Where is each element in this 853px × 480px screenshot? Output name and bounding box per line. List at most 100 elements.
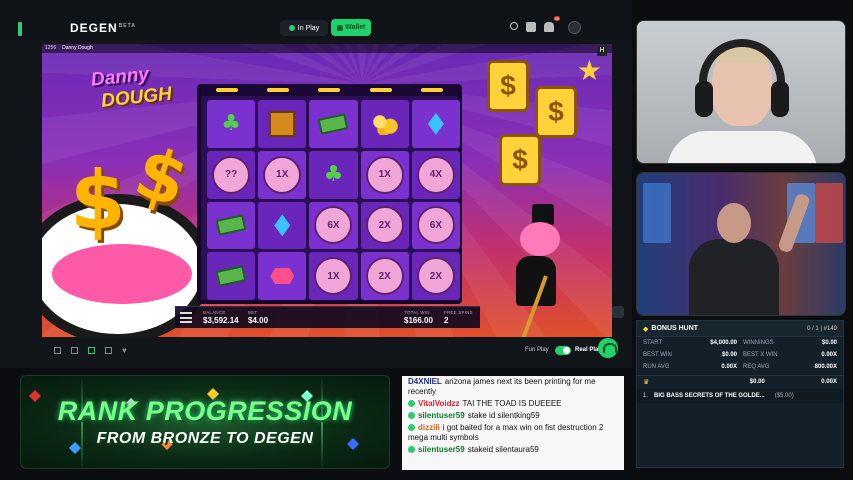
game-hud: BALANCE $3,592.14 BET $4.00 TOTAL WIN $1… [175,306,480,328]
chat-bubble-icon[interactable] [612,306,624,318]
notification-bell-icon[interactable] [544,16,560,32]
reel-cell [411,100,460,148]
game-menu-icon[interactable] [180,312,192,323]
reel-cell: 1X [258,150,307,199]
reel-cell [207,252,256,300]
reel-cell [309,100,358,148]
slot-game-canvas[interactable]: $ $ Danny DOUGH $ $ $ ★ ♣?? 1X ♣ 1X 4X 6X 2X 6X… [42,44,612,337]
slot-reels: ♣?? 1X ♣ 1X 4X 6X 2X 6X 1X 2X 2X [197,84,462,304]
fullscreen-icon[interactable] [54,347,61,354]
reel-cell [258,201,307,250]
chat-badge-icon [408,412,415,419]
reel-cell: 4X [411,150,460,199]
chat-text: TAI THE TOAD IS DUEEEE [462,399,562,408]
bonus-hunt-slot-item: 1. BIG BASS SECRETS OF THE GOLDE... ($5.… [637,389,843,403]
chat-badge-icon [408,446,415,453]
in-play-button[interactable]: In Play [280,20,328,36]
rank-progression-banner: RANK PROGRESSION FROM BRONZE TO DEGEN [20,375,390,469]
theater-mode-icon[interactable] [71,347,78,354]
screen-icon[interactable] [105,347,112,354]
game-view-controls: ♥ [54,347,127,355]
free-spins-display: FREE SPINS 2 [444,310,473,325]
reel-grid: ♣?? 1X ♣ 1X 4X 6X 2X 6X 1X 2X 2X [207,100,460,300]
chat-message: D4XNIEL arizona james next its been print… [402,376,624,398]
chat-message: silentuser59 stake id silentking59 [402,410,624,422]
sidebar-toggle-icon[interactable] [18,22,22,36]
pig-multiplier-symbol: 4X [416,155,455,194]
wallet-icon: ▣ [336,24,344,32]
pig-multiplier-symbol: 6X [314,206,353,245]
pig-multiplier-symbol: ?? [212,155,251,194]
reel-cell: 2X [360,252,409,300]
pig-multiplier-symbol: 2X [416,257,455,296]
chat-username[interactable]: D4XNIEL [408,377,442,386]
chat-username[interactable]: silentuser59 [418,411,465,420]
chat-username[interactable]: dizzili [418,423,440,432]
favorite-heart-icon[interactable]: ♥ [122,347,127,355]
play-mode-toggle[interactable] [555,346,571,355]
reel-cell: 1X [309,252,358,300]
banner-headline: RANK PROGRESSION [57,396,353,426]
chat-message: VitalVoidzz TAI THE TOAD IS DUEEEE [402,398,624,410]
coins-symbol [371,112,398,135]
secondary-webcam [636,172,846,316]
search-icon[interactable] [510,22,518,30]
diamond-symbol [274,214,291,237]
stream-chat: D4XNIEL arizona james next its been print… [402,376,624,470]
game-title-bar: 1256 Danny Dough [42,44,612,53]
crown-icon: ♛ [643,377,650,386]
bet-display[interactable]: BET $4.00 [248,310,268,325]
header-icons [510,16,560,32]
pig-multiplier-symbol: 2X [365,257,404,296]
chat-badge-icon [408,400,415,407]
bonus-hunt-panel: ◆ BONUS HUNT 0 / 1 | #149 START $4,000.00 W… [636,320,844,468]
cash-stack-symbol [215,265,247,287]
total-win-display: TOTAL WIN $166.00 [404,310,433,325]
reel-cell: 1X [360,150,409,199]
star-decoration: ★ [576,55,602,86]
chat-username[interactable]: silentuser59 [418,445,465,454]
crate-symbol [269,110,296,137]
balance-display: BALANCE $3,592.14 [203,310,239,325]
diamond-symbol [427,112,444,135]
reel-cell [258,100,307,148]
pig-multiplier-symbol: 2X [365,206,404,245]
bonus-hunt-crown-row: ♛ $0.00 0.00X [637,375,843,387]
wallet-button[interactable]: ▣ Wallet [331,19,371,36]
site-logo[interactable]: DEGENBETA [70,21,136,35]
reel-cell: 6X [309,201,358,250]
chat-message: silentuser59 stakeid silentaura59 [402,444,624,456]
reel-cell [258,252,307,300]
fun-play-label: Fun Play [525,347,549,353]
banner-subline: FROM BRONZE TO DEGEN [96,430,314,447]
reel-cell: 2X [411,252,460,300]
pig-multiplier-symbol: 1X [365,155,404,194]
chat-text: stake id silentking59 [467,411,540,420]
cash-stack-symbol [215,214,247,237]
in-play-icon [288,25,295,31]
bonus-hunt-stat-row: BEST WIN $0.00 BEST X WIN 0.00X [643,352,837,358]
ruby-symbol [270,268,295,285]
user-avatar[interactable] [568,21,581,34]
game-footer: ♥ Fun Play Real Play [42,337,612,365]
chat-text: stakeid silentaura59 [467,445,539,454]
bonus-hunt-stats: START $4,000.00 WINNINGS $0.00 BEST WIN $0.00… [637,337,843,373]
chat-username[interactable]: VitalVoidzz [418,399,460,408]
clover-symbol: ♣ [323,162,344,188]
reel-cell: ?? [207,150,256,199]
pig-multiplier-symbol: 1X [263,155,302,194]
bonus-hunt-header: ◆ BONUS HUNT 0 / 1 | #149 [637,321,843,337]
gift-icon[interactable] [526,22,536,32]
bonus-hunt-stat-row: START $4,000.00 WINNINGS $0.00 [643,340,837,346]
pig-multiplier-symbol: 6X [416,206,455,245]
chat-message: dizzili i got baited for a max win on fis… [402,422,624,444]
reel-cell: ♣ [309,150,358,199]
bonus-hunt-icon: ◆ [643,324,649,333]
dollar-sign-left: $ [70,154,126,247]
chat-badge-icon [408,424,415,431]
provider-badge: H [597,46,607,56]
stats-icon[interactable] [88,347,95,354]
support-headset-icon[interactable] [598,338,618,358]
clover-symbol: ♣ [221,111,241,137]
reel-cell: 6X [411,201,460,250]
